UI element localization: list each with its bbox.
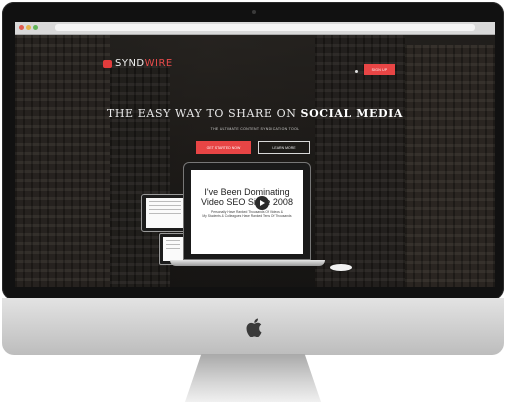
browser-toolbar bbox=[15, 22, 495, 35]
video-title-line1: I've Been Dominating bbox=[204, 187, 290, 197]
imac-stand bbox=[185, 354, 321, 402]
camera-icon bbox=[252, 10, 256, 14]
video-sub-line2: My Students & Colleagues Have Ranked Ten… bbox=[202, 214, 292, 218]
apple-logo-icon bbox=[242, 315, 266, 339]
minimize-dot-icon[interactable] bbox=[26, 25, 31, 30]
site-logo[interactable]: SYNDWIRE bbox=[103, 58, 173, 69]
website-hero: SYNDWIRE SIGN UP THE EASY WAY TO SHARE O… bbox=[15, 35, 495, 287]
signup-button[interactable]: SIGN UP bbox=[364, 64, 395, 75]
screen: SYNDWIRE SIGN UP THE EASY WAY TO SHARE O… bbox=[15, 22, 495, 287]
imac-display: SYNDWIRE SIGN UP THE EASY WAY TO SHARE O… bbox=[2, 2, 504, 300]
tablet-mockup bbox=[141, 194, 189, 232]
logo-mark-icon bbox=[103, 59, 112, 68]
laptop-base bbox=[170, 260, 325, 266]
maximize-dot-icon[interactable] bbox=[33, 25, 38, 30]
get-started-button[interactable]: GET STARTED NOW bbox=[196, 141, 251, 154]
video-title: I've Been Dominating Video SEO Since 2008 bbox=[191, 187, 303, 207]
mouse-mockup bbox=[330, 264, 352, 271]
video-title-line2: Video SEO Since 2008 bbox=[201, 197, 293, 207]
headline-light: THE EASY WAY TO SHARE ON bbox=[106, 107, 297, 120]
hero-headline: THE EASY WAY TO SHARE ON SOCIAL MEDIA bbox=[15, 107, 495, 120]
phone-screen bbox=[163, 237, 183, 261]
address-bar[interactable] bbox=[55, 24, 475, 31]
hero-subline: THE ULTIMATE CONTENT SYNDICATION TOOL bbox=[210, 127, 300, 131]
logo-text-main: SYND bbox=[115, 58, 145, 69]
laptop-mockup: I've Been Dominating Video SEO Since 2008… bbox=[183, 162, 311, 260]
tablet-screen bbox=[146, 198, 184, 228]
learn-more-button[interactable]: LEARN MORE bbox=[258, 141, 310, 154]
play-icon[interactable] bbox=[255, 196, 269, 210]
imac-chin bbox=[2, 298, 504, 355]
video-subtitle: Personally Have Ranked Thousands Of Vide… bbox=[191, 210, 303, 218]
logo-text: SYNDWIRE bbox=[115, 58, 173, 69]
logo-text-accent: WIRE bbox=[144, 58, 173, 69]
video-player[interactable]: I've Been Dominating Video SEO Since 2008… bbox=[191, 170, 303, 254]
apple-logo-svg bbox=[246, 318, 262, 337]
close-dot-icon[interactable] bbox=[19, 25, 24, 30]
headline-bold: SOCIAL MEDIA bbox=[300, 107, 404, 120]
nav-indicator-icon bbox=[355, 70, 358, 73]
